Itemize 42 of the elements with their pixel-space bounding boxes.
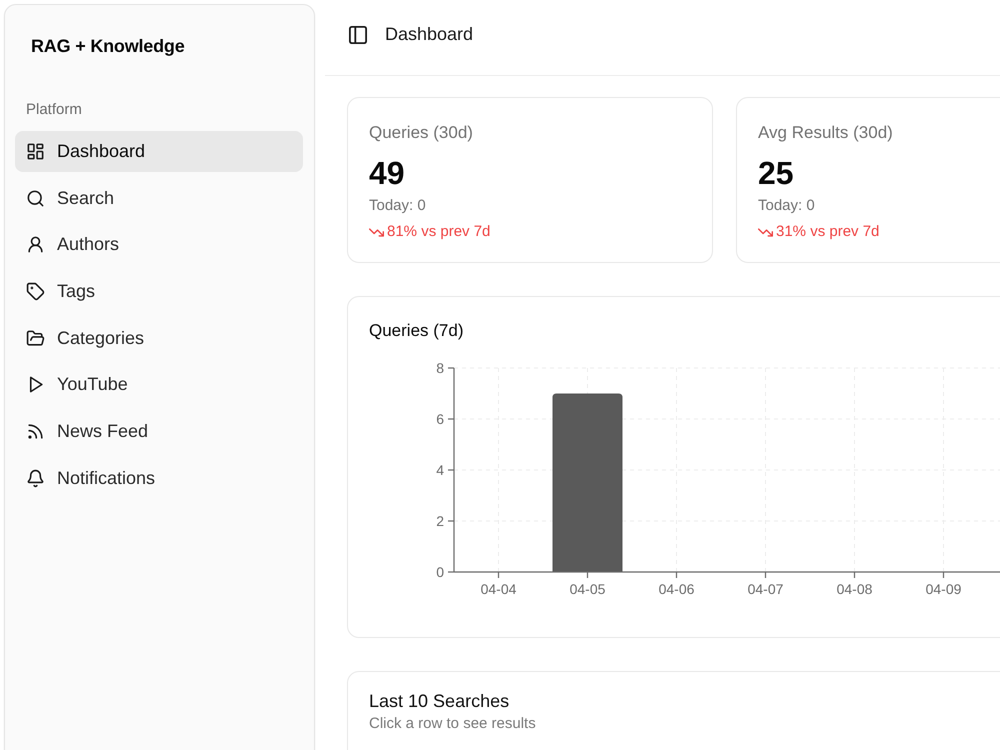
sidebar-toggle-button[interactable] [349, 26, 367, 44]
today-count: Today: 0 [758, 196, 816, 216]
person-icon [26, 235, 45, 254]
tag-icon [26, 282, 45, 302]
sidebar-item[interactable]: Authors [15, 224, 303, 266]
card-title: Last 10 Searches [369, 690, 510, 712]
y-tick-label: 6 [436, 411, 444, 427]
rss-icon [26, 422, 45, 442]
card-subtitle: Click a row to see results [369, 714, 537, 734]
bell-icon [26, 468, 45, 488]
page-title: Dashboard [385, 24, 474, 45]
stat-value: 25 [758, 155, 795, 191]
stat-label: Queries (30d) [369, 122, 474, 144]
sidebar-item[interactable]: Notifications [15, 458, 303, 499]
sidebar-item[interactable]: Categories [15, 318, 303, 359]
chart-title: Queries (7d) [369, 320, 464, 342]
dashboard-icon [26, 142, 45, 161]
today-count: Today: 0 [369, 196, 427, 216]
stat-value: 49 [369, 155, 406, 191]
x-tick-label: 04-05 [570, 581, 606, 597]
sidebar-item[interactable]: YouTube [15, 364, 303, 406]
x-tick-label: 04-06 [658, 581, 694, 597]
y-tick-label: 8 [436, 360, 444, 376]
x-tick-label: 04-04 [480, 581, 516, 597]
stat-label: Avg Results (30d) [758, 122, 894, 144]
panel-icon [349, 26, 367, 44]
search-icon [26, 188, 45, 208]
section-label: Platform [26, 100, 83, 120]
folder-icon [26, 328, 45, 348]
app-title: RAG + Knowledge [30, 35, 186, 58]
trend-text: 81% vs prev 7d [387, 222, 490, 242]
sidebar-item[interactable]: News Feed [15, 411, 303, 452]
y-tick-label: 4 [436, 462, 444, 478]
sidebar-item[interactable]: Search [15, 178, 303, 219]
sidebar-item[interactable]: Tags [15, 271, 303, 312]
y-tick-label: 2 [436, 513, 444, 529]
trend-text: 31% vs prev 7d [776, 222, 880, 242]
y-tick-label: 0 [436, 564, 444, 580]
sidebar-item[interactable]: Dashboard [15, 131, 303, 172]
x-tick-label: 04-07 [748, 581, 784, 597]
x-tick-label: 04-08 [836, 581, 872, 597]
x-tick-label: 04-09 [926, 581, 962, 597]
